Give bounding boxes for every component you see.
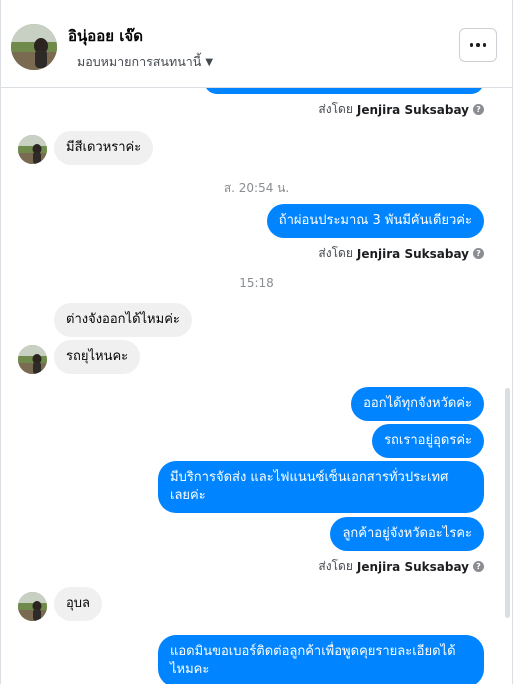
timestamp-divider: ส. 20:54 น. [223, 181, 290, 195]
sender-name: Jenjira Suksabay [356, 559, 469, 574]
sent-by-label: ส่งโดย Jenjira Suksabay ? [318, 244, 484, 263]
assign-conversation-dropdown[interactable]: มอบหมายการสนทนานี้ ▼ [77, 52, 213, 72]
sent-by-label: ส่งโดย Jenjira Suksabay ? [318, 100, 484, 119]
help-icon[interactable]: ? [473, 561, 484, 572]
timestamp-divider: 15:18 [239, 276, 274, 290]
conversation-header: อินุ่ออย เจ๊ด มอบหมายการสนทนานี้ ▼ [1, 0, 512, 88]
sender-name: Jenjira Suksabay [356, 102, 469, 117]
contact-avatar-small[interactable] [18, 592, 47, 621]
contact-avatar-small[interactable] [18, 135, 47, 164]
assign-label: มอบหมายการสนทนานี้ [77, 54, 202, 69]
more-icon [469, 43, 487, 47]
message-bubble-outgoing[interactable]: ลูกค้าอยู่จังหวัดอะไรคะ [330, 517, 484, 551]
message-bubble-outgoing[interactable]: มีบริการจัดส่ง และไฟแนนซ์เซ็นเอกสารทั่วป… [158, 461, 484, 513]
thread-scrollbar[interactable] [505, 388, 510, 618]
message-bubble-outgoing[interactable]: แอดมินขอเบอร์ติดต่อลูกค้าเพื่อพูดคุยรายล… [158, 635, 484, 684]
contact-name: อินุ่ออย เจ๊ด [68, 27, 143, 45]
sent-by-label: ส่งโดย Jenjira Suksabay ? [318, 557, 484, 576]
message-bubble-outgoing[interactable]: ถ้าผ่อนประมาณ 3 พันมีคันเดียวค่ะ [266, 204, 484, 238]
message-bubble-incoming[interactable]: ต่างจังออกได้ไหมค่ะ [54, 303, 192, 337]
contact-avatar-small[interactable] [18, 345, 47, 374]
message-bubble-outgoing[interactable]: รถเราอยู่อุดรค่ะ [372, 424, 484, 458]
sender-name: Jenjira Suksabay [356, 246, 469, 261]
message-bubble-incoming[interactable]: อุบล [54, 587, 103, 621]
message-bubble-outgoing[interactable]: ออกได้ทุกจังหวัดค่ะ [351, 387, 484, 421]
more-options-button[interactable] [459, 28, 497, 62]
help-icon[interactable]: ? [473, 104, 484, 115]
conversation-panel: อินุ่ออย เจ๊ด มอบหมายการสนทนานี้ ▼ ส่งโด… [0, 0, 513, 684]
message-thread[interactable]: ส่งโดย Jenjira Suksabay ? มีสีเดวหราค่ะ … [1, 68, 512, 684]
message-bubble-incoming[interactable]: มีสีเดวหราค่ะ [54, 131, 154, 165]
caret-down-icon: ▼ [205, 56, 214, 68]
message-bubble-incoming[interactable]: รถยุไหนคะ [54, 340, 141, 374]
help-icon[interactable]: ? [473, 248, 484, 259]
contact-avatar[interactable] [11, 24, 57, 70]
